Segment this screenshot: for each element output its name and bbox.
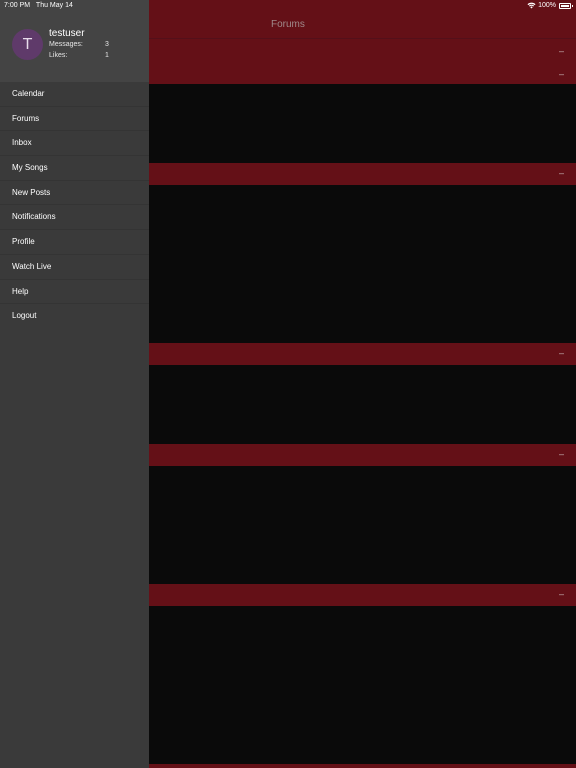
likes-count: 1: [105, 52, 109, 59]
menu-item-label: Logout: [12, 311, 37, 321]
battery-icon: [559, 3, 573, 9]
collapse-toggle[interactable]: –: [559, 47, 564, 56]
profile-header[interactable]: T testuser Messages: 3 Likes: 1: [0, 0, 149, 82]
forum-section-header[interactable]: –: [149, 163, 576, 185]
menu-item-my-songs[interactable]: My Songs: [0, 156, 149, 181]
battery-percent: 100%: [538, 2, 556, 9]
menu-item-label: Profile: [12, 237, 35, 247]
drawer-menu: Calendar Forums Inbox My Songs New Posts…: [0, 82, 149, 329]
menu-item-forums[interactable]: Forums: [0, 107, 149, 132]
menu-item-label: My Songs: [12, 163, 48, 173]
wifi-icon: [527, 2, 536, 9]
menu-item-label: New Posts: [12, 187, 51, 197]
header-divider: [149, 38, 576, 39]
menu-item-label: Inbox: [12, 138, 32, 148]
menu-item-calendar[interactable]: Calendar: [0, 82, 149, 107]
menu-item-logout[interactable]: Logout: [0, 304, 149, 329]
menu-item-notifications[interactable]: Notifications: [0, 205, 149, 231]
menu-item-label: Calendar: [12, 89, 45, 98]
status-bar: 7:00 PM Thu May 14 100%: [0, 0, 576, 12]
status-date: Thu May 14: [35, 2, 73, 9]
page-title: Forums: [271, 19, 305, 30]
collapse-toggle[interactable]: –: [559, 70, 564, 79]
collapse-toggle[interactable]: –: [559, 590, 564, 599]
menu-item-label: Notifications: [12, 212, 56, 222]
forum-section-header[interactable]: –: [149, 343, 576, 365]
messages-count: 3: [105, 41, 109, 48]
avatar[interactable]: T: [12, 29, 43, 60]
menu-item-help[interactable]: Help: [0, 280, 149, 305]
menu-item-profile[interactable]: Profile: [0, 230, 149, 255]
forums-content: Forums – – – – – –: [149, 0, 576, 768]
forum-section-header[interactable]: [149, 764, 576, 768]
menu-item-new-posts[interactable]: New Posts: [0, 181, 149, 206]
menu-item-label: Watch Live: [12, 261, 52, 271]
side-drawer: T testuser Messages: 3 Likes: 1 Calendar…: [0, 0, 149, 768]
nav-header: Forums – –: [149, 0, 576, 84]
menu-item-inbox[interactable]: Inbox: [0, 131, 149, 157]
menu-item-label: Forums: [12, 113, 40, 123]
forum-section-header[interactable]: –: [149, 584, 576, 606]
status-time: 7:00 PM: [4, 2, 31, 9]
username: testuser: [49, 28, 85, 39]
collapse-toggle[interactable]: –: [559, 349, 564, 358]
likes-label: Likes:: [49, 52, 68, 59]
app-screen: Forums – – – – – – 7:00 PM Thu May 14 10…: [0, 0, 576, 768]
collapse-toggle[interactable]: –: [559, 450, 564, 459]
messages-label: Messages:: [49, 41, 83, 48]
menu-item-watch-live[interactable]: Watch Live: [0, 255, 149, 280]
collapse-toggle[interactable]: –: [559, 169, 564, 178]
menu-item-label: Help: [12, 286, 29, 296]
forum-section-header[interactable]: –: [149, 444, 576, 466]
